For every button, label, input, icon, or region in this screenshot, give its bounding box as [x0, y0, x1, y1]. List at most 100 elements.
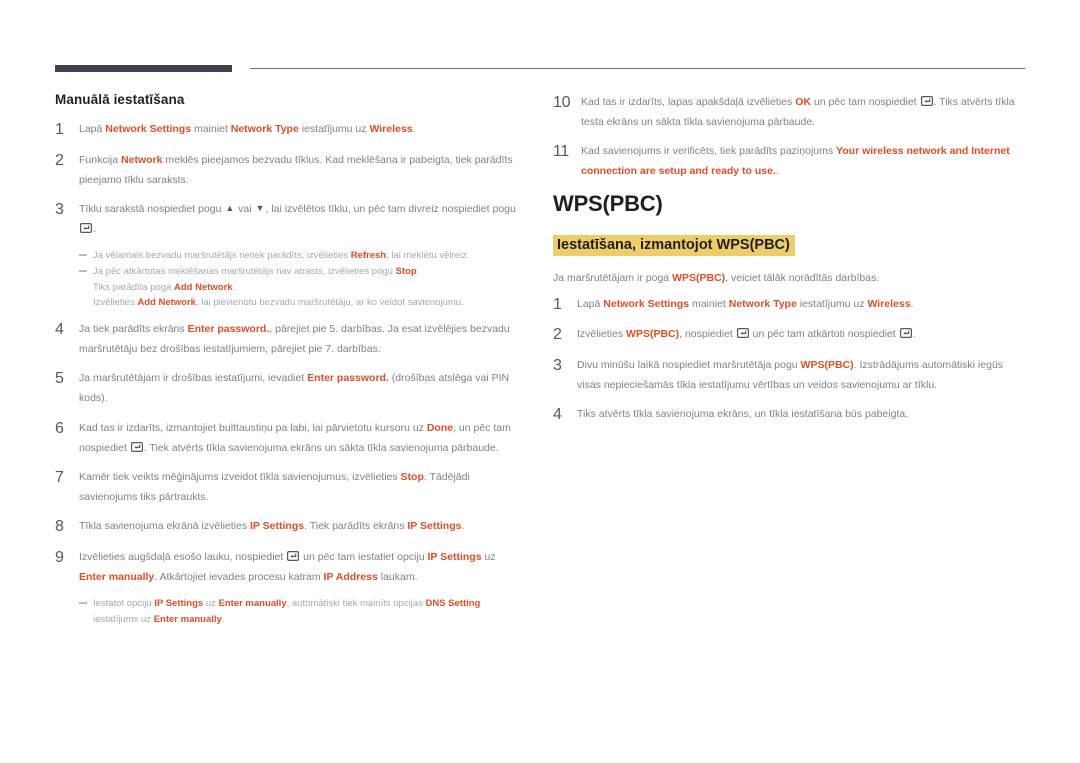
ui-term: IP Settings [154, 598, 204, 610]
step-text: Tīklu sarakstā nospiediet pogu ▲ vai ▼, … [79, 199, 525, 239]
ui-term: Done [426, 421, 454, 434]
step-number: 8 [55, 518, 64, 536]
step-number: 10 [553, 94, 571, 111]
header-divider [0, 62, 1080, 74]
ui-term: DNS Setting [425, 598, 481, 610]
note-item: Izvēlieties Add Network, lai pievienotu … [93, 297, 464, 309]
step-item: 11 Kad savienojums ir verificēts, tiek pa… [553, 141, 1023, 181]
enter-key-icon [130, 441, 143, 452]
ui-term: Network Settings [603, 297, 690, 310]
step-number: 1 [553, 295, 562, 313]
wps-pbc-heading: WPS(PBC) [553, 190, 663, 216]
note-item: Ja pēc atkārtotas meklēšanas maršrutētāj… [79, 264, 525, 280]
step-text: Lapā Network Settings mainiet Network Ty… [577, 297, 914, 310]
header-accent-bar [55, 65, 232, 72]
step-text: Kamēr tiek veikts mēģinājums izveidot tī… [79, 470, 470, 503]
page-title: Manuālā iestatīšana [55, 92, 185, 107]
step-notes-list: Iestatot opciju IP Settings uz Enter man… [79, 596, 525, 627]
ui-term: Enter password. [187, 322, 270, 335]
ui-term: Stop [395, 265, 417, 277]
step-notes-list: Ja vēlamais bezvadu maršrutētājs netiek … [79, 248, 525, 311]
ui-term: Add Network [137, 297, 196, 309]
step-number: 3 [553, 357, 562, 375]
step-number: 3 [55, 200, 64, 218]
enter-key-icon [80, 223, 92, 234]
ui-term: Network [121, 153, 163, 166]
step-text: Izvēlieties augšdaļā esošo lauku, nospie… [79, 550, 496, 583]
step-text: Tīkla savienojuma ekrānā izvēlieties IP … [79, 520, 465, 533]
ui-term: WPS(PBC) [800, 359, 854, 372]
step-item: 9 Izvēlieties augšdaļā esošo lauku, nospi… [55, 547, 525, 587]
ui-term: IP Settings [250, 520, 305, 533]
step-text: Kad tas ir izdarīts, lapas apakšdaļā izv… [581, 96, 1015, 129]
ui-term: Stop [400, 470, 424, 483]
step-item: 2 Izvēlieties WPS(PBC), nospiediet un pēc… [553, 324, 1023, 346]
step-item: 1 Lapā Network Settings mainiet Network T… [553, 294, 1023, 316]
enter-key-icon [736, 328, 749, 339]
step-text: Lapā Network Settings mainiet Network Ty… [79, 123, 416, 135]
ui-term: Refresh [350, 250, 387, 262]
step-text: Ja tiek parādīts ekrāns Enter password.,… [79, 322, 510, 356]
step-number: 9 [55, 548, 64, 566]
wps-pbc-intro-text: Ja maršrutētājam ir poga WPS(PBC), veici… [553, 271, 880, 284]
ui-term: IP Settings [407, 520, 462, 533]
step-number: 11 [553, 143, 570, 161]
note-item: Tiks parādīta poga Add Network. [93, 281, 236, 293]
arrow-up-icon: ▲ [225, 202, 235, 213]
step-text: Izvēlieties WPS(PBC), nospiediet un pēc … [577, 328, 916, 341]
enter-key-icon [920, 96, 933, 106]
ui-term: Network Settings [105, 123, 192, 135]
step-text: Ja maršrutētājam ir drošības iestatījumi… [79, 372, 510, 405]
right-column: 10 Kad tas ir izdarīts, lapas apakšdaļā i… [553, 92, 1023, 435]
ui-term: Enter password. [307, 372, 389, 385]
step-item: 5 Ja maršrutētājam ir drošības iestatījum… [55, 368, 525, 408]
step-number: 4 [55, 320, 64, 338]
note-item: Iestatot opciju IP Settings uz Enter man… [79, 596, 525, 627]
step-number: 2 [553, 326, 562, 344]
ui-term: IP Settings [427, 550, 482, 563]
ui-term: Network Type [230, 123, 299, 135]
ui-term: Add Network [173, 281, 233, 293]
wps-pbc-subheading: Iestatīšana, izmantojot WPS(PBC) [553, 234, 795, 256]
enter-key-icon [287, 550, 300, 561]
ui-term: Wireless [867, 297, 911, 310]
step-item: 4 Tiks atvērts tīkla savienojuma ekrāns, … [553, 404, 1023, 426]
step-item: 8 Tīkla savienojuma ekrānā izvēlieties IP… [55, 516, 525, 538]
right-steps-continued-list: 10 Kad tas ir izdarīts, lapas apakšdaļā i… [553, 92, 1023, 182]
step-text: Tiks atvērts tīkla savienojuma ekrāns, u… [577, 408, 909, 421]
step-number: 5 [55, 370, 64, 388]
step-number: 6 [55, 419, 64, 437]
ui-term: Enter manually [153, 613, 222, 625]
step-item: 4 Ja tiek parādīts ekrāns Enter password.… [55, 319, 525, 359]
step-number: 4 [553, 406, 562, 424]
left-steps-list: 1 Lapā Network Settings mainiet Network T… [55, 119, 525, 627]
ui-term: OK [795, 96, 811, 108]
ui-term: Wireless [369, 123, 413, 135]
step-text: Divu minūšu laikā nospiediet maršrutētāj… [577, 359, 1004, 392]
step-text: Funkcija Network meklēs pieejamos bezvad… [79, 153, 513, 186]
left-column: Manuālā iestatīšana 1 Lapā Network Settin… [55, 92, 525, 635]
step-item: 1 Lapā Network Settings mainiet Network T… [55, 119, 525, 141]
step-item: 6 Kad tas ir izdarīts, izmantojiet bultta… [55, 418, 525, 458]
enter-key-icon [899, 328, 912, 339]
ui-term: Enter manually [218, 598, 287, 610]
wps-pbc-steps-list: 1 Lapā Network Settings mainiet Network T… [553, 294, 1023, 426]
ui-term: WPS(PBC) [626, 328, 680, 341]
ui-term: Enter manually [79, 570, 155, 583]
note-item: Ja vēlamais bezvadu maršrutētājs netiek … [79, 248, 525, 264]
document-page: Manuālā iestatīšana 1 Lapā Network Settin… [0, 0, 1080, 763]
step-number: 7 [55, 468, 64, 486]
step-text: Kad savienojums ir verificēts, tiek parā… [581, 145, 1010, 178]
arrow-down-icon: ▼ [255, 202, 265, 213]
step-text: Kad tas ir izdarīts, izmantojiet bulttau… [79, 421, 511, 454]
ui-term: Your wireless network and Internet conne… [581, 145, 1010, 178]
ui-term: IP Address [323, 570, 378, 583]
step-number: 1 [55, 121, 64, 138]
step-item: 2 Funkcija Network meklēs pieejamos bezva… [55, 150, 525, 190]
step-number: 2 [55, 151, 64, 169]
step-item: 10 Kad tas ir izdarīts, lapas apakšdaļā i… [553, 92, 1023, 132]
header-thin-rule [250, 68, 1025, 69]
step-item: 3 Divu minūšu laikā nospiediet maršrutētā… [553, 355, 1023, 395]
step-item: 3 Tīklu sarakstā nospiediet pogu ▲ vai ▼,… [55, 199, 525, 239]
step-item: 7 Kamēr tiek veikts mēģinājums izveidot t… [55, 467, 525, 507]
